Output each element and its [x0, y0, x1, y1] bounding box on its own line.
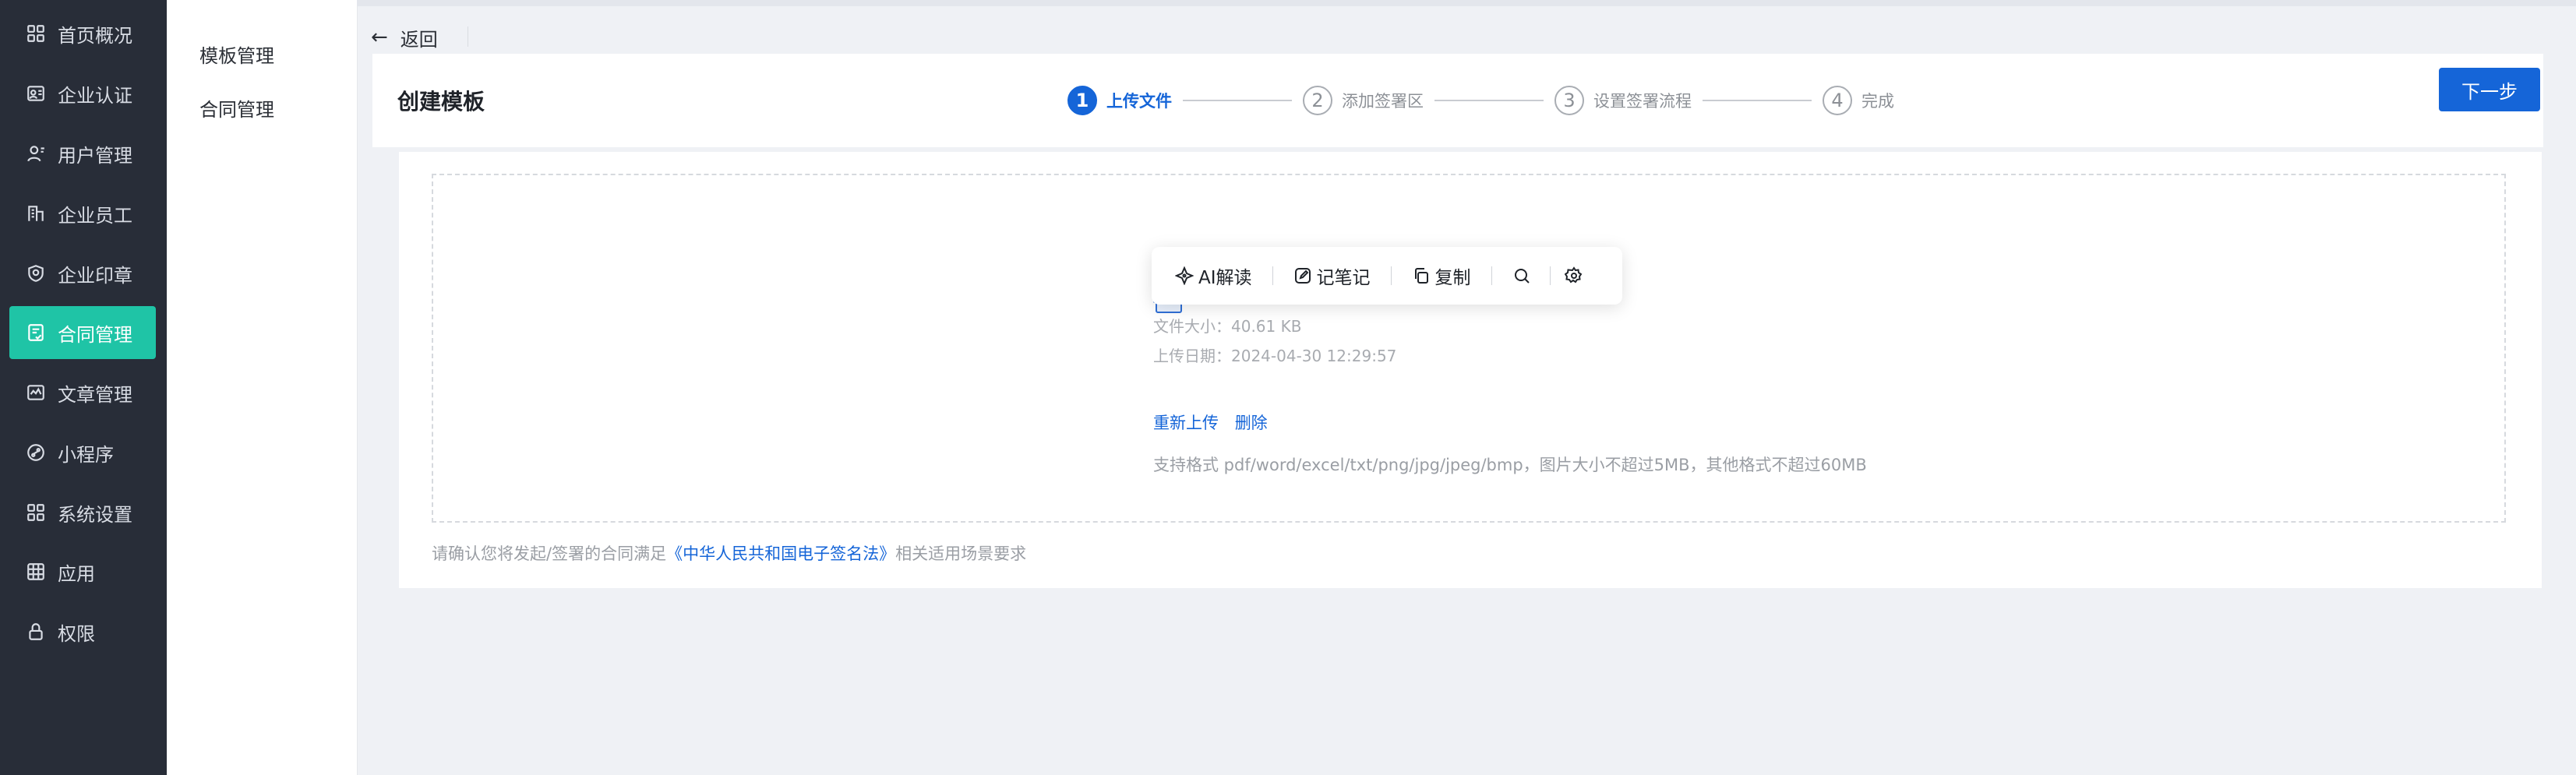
take-note-label: 记笔记	[1316, 268, 1371, 288]
settings-grid-icon	[25, 502, 47, 523]
gear-icon	[1564, 266, 1582, 284]
upload-dropzone[interactable]: W 文件大小：40.61 KB 上传日期：2024-04-30 12:29:57…	[432, 174, 2506, 523]
law-link[interactable]: 《中华人民共和国电子签名法》	[666, 544, 895, 563]
search-button[interactable]	[1512, 266, 1536, 285]
copy-button[interactable]: 复制	[1412, 262, 1471, 289]
article-icon	[25, 382, 47, 403]
ai-interpret-label: AI解读	[1198, 268, 1252, 288]
step-connector	[1434, 100, 1544, 101]
upload-card: W 文件大小：40.61 KB 上传日期：2024-04-30 12:29:57…	[399, 152, 2542, 588]
id-card-icon	[25, 83, 47, 104]
nav-item-apps[interactable]: 应用	[9, 545, 156, 598]
nav-label: 权限	[58, 622, 95, 645]
nav-label: 企业认证	[58, 84, 132, 107]
step-label: 添加签署区	[1342, 92, 1424, 111]
seal-icon	[25, 262, 47, 284]
footnote-suffix: 相关适用场景要求	[895, 544, 1027, 563]
copy-icon	[1414, 268, 1428, 284]
nav-label: 企业印章	[58, 264, 132, 287]
step-finish: 4 完成	[1823, 86, 1894, 115]
nav-item-enterprise-cert[interactable]: 企业认证	[9, 67, 156, 120]
page-title: 创建模板	[397, 89, 485, 114]
settings-button[interactable]	[1564, 266, 1588, 285]
ai-sparkle-icon	[1175, 266, 1194, 285]
step-set-flow: 3 设置签署流程	[1554, 86, 1692, 115]
file-size: 文件大小：40.61 KB	[1153, 317, 1302, 336]
step-connector	[1183, 100, 1292, 101]
app-icon	[25, 561, 47, 583]
top-strip	[357, 0, 2576, 6]
lock-icon	[25, 621, 47, 643]
copy-label: 复制	[1434, 268, 1471, 288]
mini-program-icon	[25, 442, 47, 463]
step-label: 设置签署流程	[1593, 92, 1692, 111]
user-icon	[25, 143, 47, 164]
back-button[interactable]: ← 返回	[371, 23, 438, 51]
nav-item-employees[interactable]: 企业员工	[9, 187, 156, 240]
nav-item-system-settings[interactable]: 系统设置	[9, 486, 156, 539]
next-step-button[interactable]: 下一步	[2439, 68, 2540, 111]
step-label: 完成	[1861, 92, 1894, 111]
subnav-item-contracts[interactable]: 合同管理	[199, 94, 274, 122]
nav-label: 企业员工	[58, 204, 132, 227]
step-number: 1	[1067, 86, 1097, 115]
nav-item-seal[interactable]: 企业印章	[9, 247, 156, 300]
reupload-link[interactable]: 重新上传	[1153, 414, 1219, 432]
step-add-sign-area: 2 添加签署区	[1303, 86, 1424, 115]
legal-footnote: 请确认您将发起/签署的合同满足《中华人民共和国电子签名法》相关适用场景要求	[432, 541, 1026, 565]
step-number: 4	[1823, 86, 1852, 115]
nav-label: 小程序	[58, 443, 114, 466]
main-sidebar: 首页概况 企业认证 用户管理 企业员工 企业印章 合同管理 文章管理 小程序 系…	[0, 0, 167, 775]
nav-item-permissions[interactable]: 权限	[9, 605, 156, 658]
page-header: 创建模板 1 上传文件 2 添加签署区 3 设置签署流程 4 完成 下一步	[372, 54, 2543, 147]
step-number: 2	[1303, 86, 1332, 115]
nav-item-contracts[interactable]: 合同管理	[9, 306, 156, 359]
contract-icon	[25, 322, 47, 343]
nav-label: 合同管理	[58, 323, 132, 346]
take-note-button[interactable]: 记笔记	[1293, 262, 1371, 289]
nav-item-users[interactable]: 用户管理	[9, 127, 156, 180]
nav-label: 首页概况	[58, 24, 132, 47]
step-number: 3	[1554, 86, 1584, 115]
step-label: 上传文件	[1106, 92, 1172, 111]
toolbar-divider	[1390, 266, 1392, 285]
nav-item-articles[interactable]: 文章管理	[9, 366, 156, 419]
nav-label: 系统设置	[58, 503, 132, 526]
upload-date: 上传日期：2024-04-30 12:29:57	[1153, 347, 1397, 365]
nav-item-dashboard[interactable]: 首页概况	[9, 7, 156, 60]
subnav-item-templates[interactable]: 模板管理	[199, 41, 274, 68]
toolbar-divider	[1549, 266, 1551, 285]
file-actions: 重新上传 删除	[1153, 410, 1279, 434]
toolbar-divider	[1272, 266, 1273, 285]
floating-toolbar: AI解读 记笔记 复制	[1152, 247, 1622, 305]
sub-sidebar: 模板管理 合同管理	[167, 0, 358, 775]
search-icon	[1514, 269, 1530, 284]
toolbar-divider	[1491, 266, 1492, 285]
building-icon	[25, 203, 47, 224]
footnote-prefix: 请确认您将发起/签署的合同满足	[432, 544, 667, 563]
back-label: 返回	[400, 28, 438, 51]
delete-link[interactable]: 删除	[1235, 414, 1268, 432]
nav-label: 应用	[58, 562, 95, 585]
step-upload: 1 上传文件	[1067, 86, 1172, 115]
edit-note-icon	[1294, 268, 1311, 284]
nav-item-mini-program[interactable]: 小程序	[9, 426, 156, 479]
step-indicator: 1 上传文件 2 添加签署区 3 设置签署流程 4 完成	[1067, 68, 1894, 133]
nav-label: 文章管理	[58, 383, 132, 406]
step-connector	[1703, 100, 1812, 101]
format-hint: 支持格式 pdf/word/excel/txt/png/jpg/jpeg/bmp…	[1153, 456, 1867, 474]
nav-label: 用户管理	[58, 144, 132, 167]
ai-interpret-button[interactable]: AI解读	[1175, 262, 1252, 289]
arrow-left-icon: ←	[371, 26, 388, 49]
grid-icon	[25, 23, 47, 44]
